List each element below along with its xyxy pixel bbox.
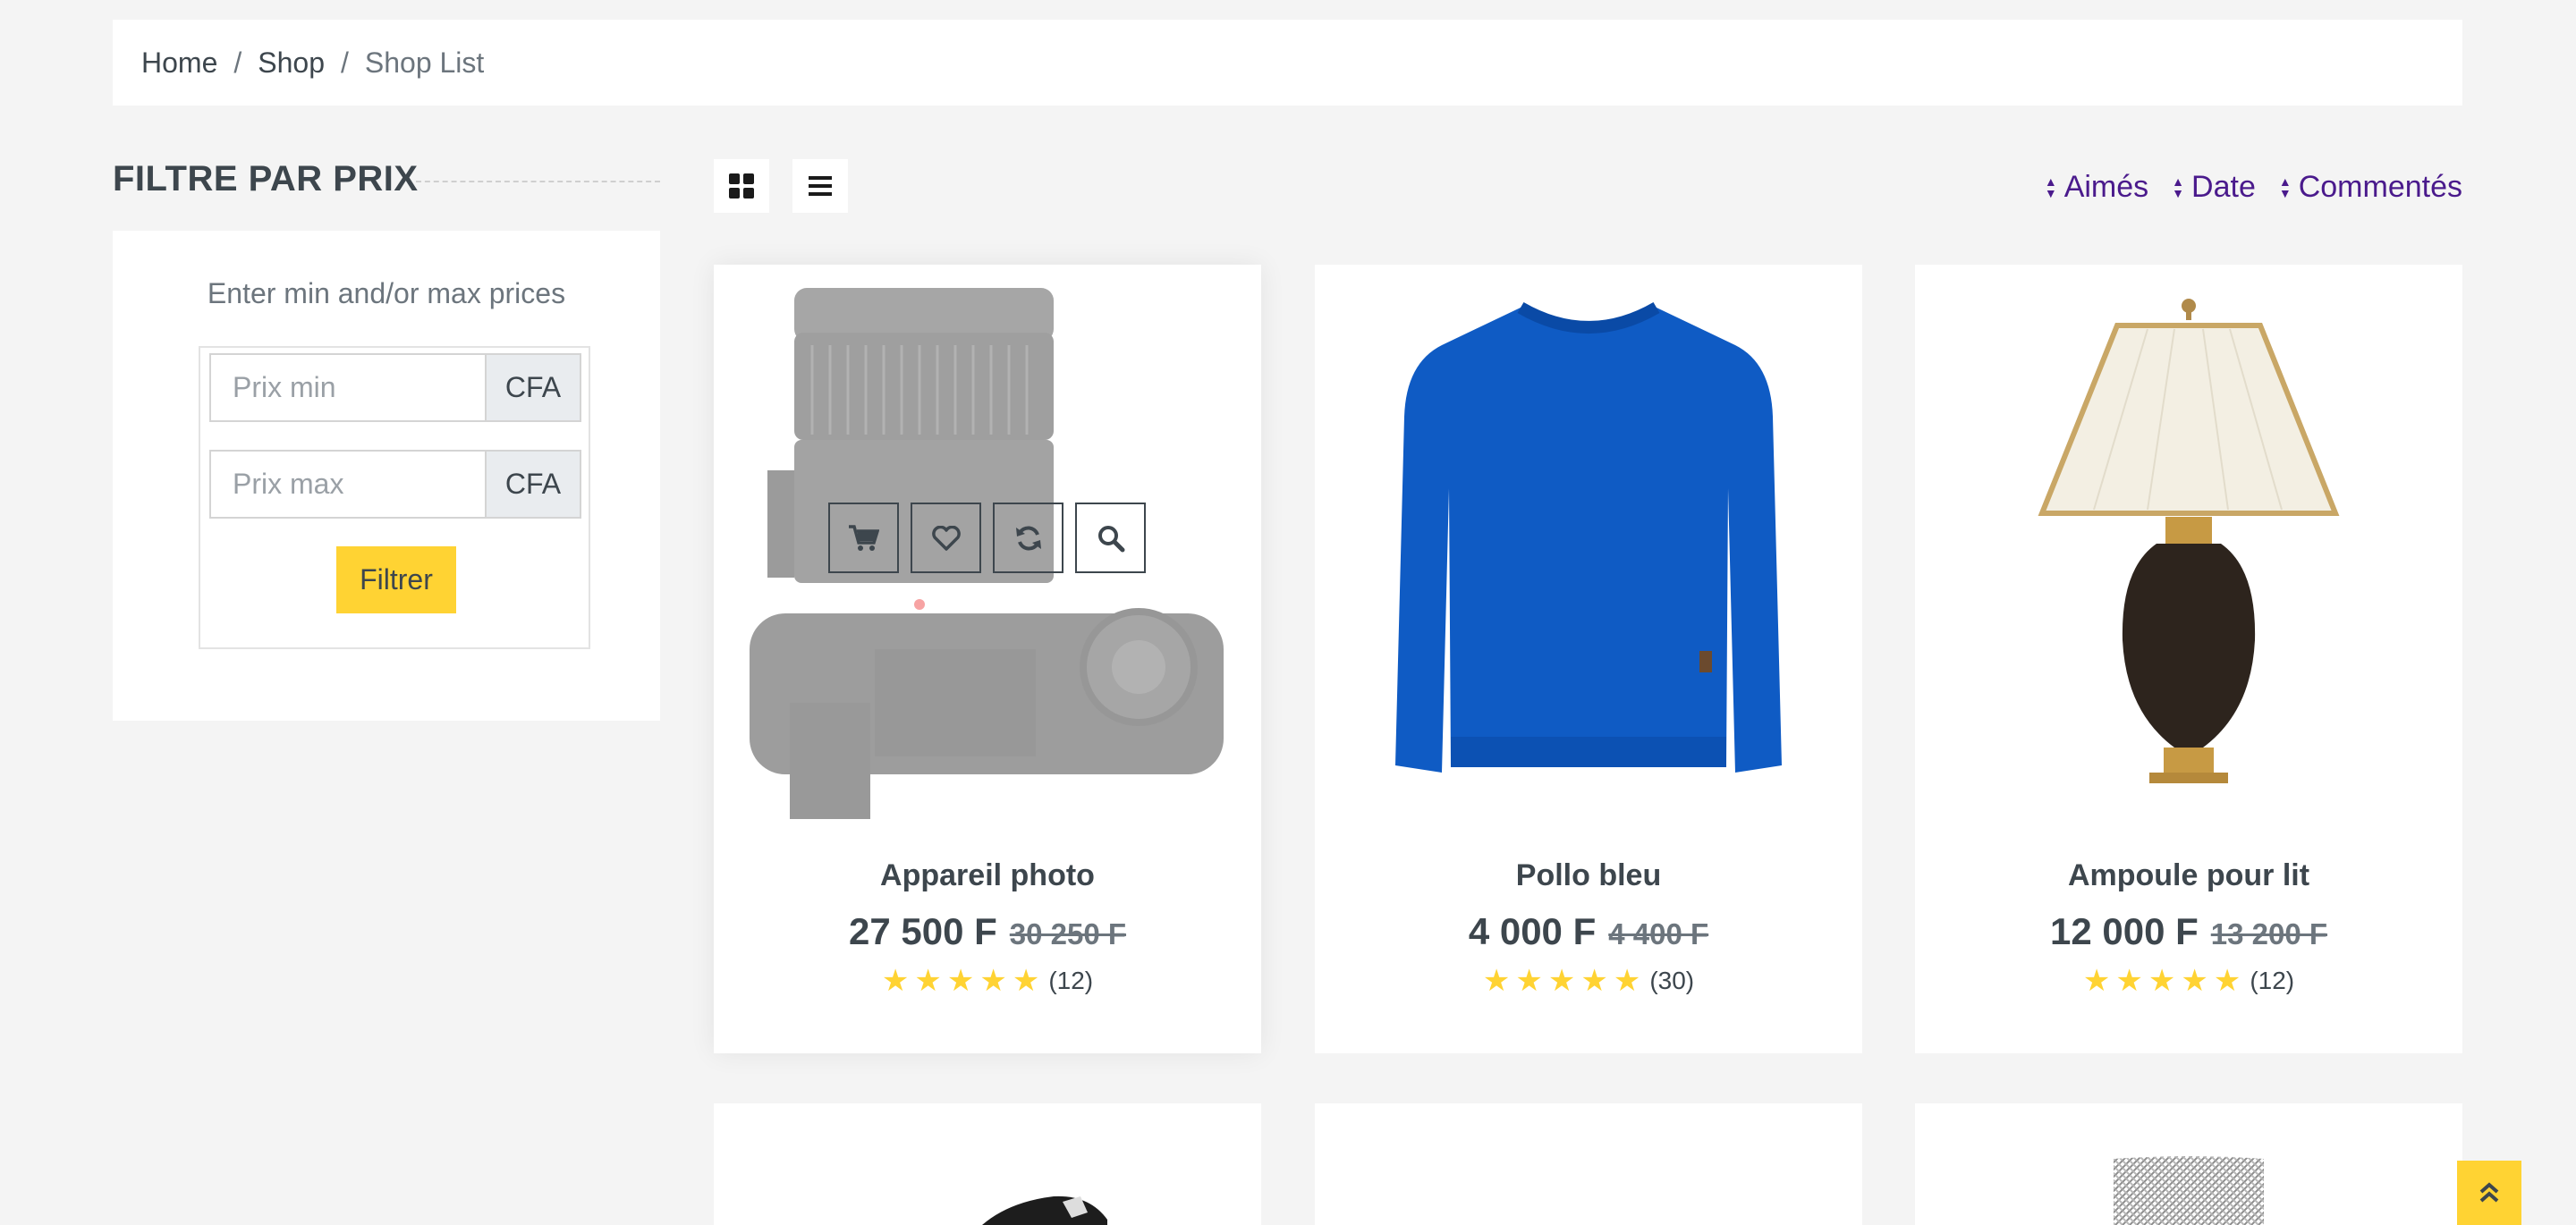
star-icon: ★ [2213, 964, 2241, 998]
product-image-camera[interactable] [714, 265, 1261, 819]
old-price: 30 250 F [1009, 917, 1127, 950]
breadcrumb-home[interactable]: Home [141, 46, 217, 80]
product-rating: ★ ★ ★ ★ ★ (12) [1915, 966, 2462, 996]
sort-by-comments[interactable]: ▲ ▼ Commentés [2279, 170, 2462, 205]
old-price: 4 400 F [1608, 917, 1709, 950]
current-price: 27 500 F [848, 910, 997, 952]
old-price: 13 200 F [2210, 917, 2328, 950]
star-icon: ★ [2115, 964, 2143, 998]
product-card[interactable]: Pollo bleu 4 000 F 4 400 F ★ ★ ★ ★ ★ (30) [1315, 265, 1862, 1053]
grid-view-icon [729, 173, 754, 199]
product-image-sweater[interactable] [1315, 265, 1862, 819]
min-price-input[interactable] [209, 353, 485, 422]
grid-view-button[interactable] [714, 159, 769, 213]
product-image-mesh [2114, 1156, 2264, 1225]
current-price: 4 000 F [1468, 910, 1597, 952]
product-rating: ★ ★ ★ ★ ★ (12) [714, 966, 1261, 996]
breadcrumb-current: Shop List [364, 46, 485, 79]
filter-title: FILTRE PAR PRIX [113, 159, 419, 199]
lamp-image [2038, 299, 2340, 783]
review-count: (12) [1048, 967, 1094, 994]
product-image-lamp[interactable] [1915, 265, 2462, 819]
cart-icon [848, 524, 879, 551]
currency-label: CFA [485, 353, 581, 422]
star-icon: ★ [1012, 964, 1040, 998]
min-price-row: CFA [209, 353, 581, 422]
product-card[interactable] [1915, 1103, 2462, 1225]
star-icon: ★ [1515, 964, 1543, 998]
sort-label: Date [2191, 170, 2256, 204]
sort-by-date[interactable]: ▲ ▼ Date [2172, 170, 2256, 205]
sort-by-likes[interactable]: ▲ ▼ Aimés [2045, 170, 2148, 205]
review-count: (30) [1649, 967, 1695, 994]
current-price: 12 000 F [2049, 910, 2199, 952]
product-price: 27 500 F 30 250 F [714, 910, 1261, 953]
product-name[interactable]: Ampoule pour lit [1915, 858, 2462, 893]
list-view-icon [809, 176, 832, 196]
price-filter-form: CFA CFA Filtrer [199, 346, 590, 649]
sort-label: Commentés [2298, 170, 2462, 204]
product-card[interactable] [1315, 1103, 1862, 1225]
product-image-shoe [982, 1195, 1107, 1225]
star-icon: ★ [914, 964, 942, 998]
heart-icon [931, 525, 961, 551]
product-name[interactable]: Pollo bleu [1315, 858, 1862, 893]
compare-button[interactable] [993, 503, 1063, 573]
list-view-button[interactable] [792, 159, 848, 213]
product-price: 4 000 F 4 400 F [1315, 910, 1862, 953]
max-price-row: CFA [209, 450, 581, 519]
breadcrumb-separator: / [233, 46, 242, 79]
product-card[interactable] [714, 1103, 1261, 1225]
sort-icon: ▲ ▼ [2172, 173, 2185, 200]
star-icon: ★ [946, 964, 975, 998]
breadcrumb-shop[interactable]: Shop [258, 46, 325, 80]
product-rating: ★ ★ ★ ★ ★ (30) [1315, 966, 1862, 996]
add-to-wishlist-button[interactable] [911, 503, 981, 573]
star-icon: ★ [881, 964, 910, 998]
breadcrumb-separator: / [340, 46, 349, 79]
product-card[interactable]: Ampoule pour lit 12 000 F 13 200 F ★ ★ ★ … [1915, 265, 2462, 1053]
quick-view-button[interactable] [1075, 503, 1146, 573]
breadcrumb: Home / Shop / Shop List [113, 20, 2462, 106]
product-card[interactable]: Appareil photo 27 500 F 30 250 F ★ ★ ★ ★ … [714, 265, 1261, 1053]
back-to-top-button[interactable] [2457, 1161, 2521, 1225]
filter-button[interactable]: Filtrer [336, 546, 456, 613]
review-count: (12) [2250, 967, 2295, 994]
sort-icon: ▲ ▼ [2278, 173, 2292, 200]
star-icon: ★ [1580, 964, 1608, 998]
star-icon: ★ [2082, 964, 2111, 998]
add-to-cart-button[interactable] [828, 503, 899, 573]
star-icon: ★ [1547, 964, 1576, 998]
search-icon [1097, 525, 1124, 552]
sweater-image [1395, 301, 1782, 773]
star-icon: ★ [2181, 964, 2208, 998]
sort-label: Aimés [2063, 170, 2149, 204]
star-icon: ★ [1482, 964, 1511, 998]
currency-label: CFA [485, 450, 581, 519]
star-icon: ★ [1613, 964, 1641, 998]
product-price: 12 000 F 13 200 F [1915, 910, 2462, 953]
product-actions [828, 503, 1146, 573]
price-filter-panel: Enter min and/or max prices CFA CFA Filt… [113, 231, 660, 721]
angle-double-up-icon [2479, 1182, 2499, 1203]
sort-icon: ▲ ▼ [2044, 173, 2057, 200]
max-price-input[interactable] [209, 450, 485, 519]
product-name[interactable]: Appareil photo [714, 858, 1261, 893]
refresh-icon [1015, 526, 1041, 550]
star-icon: ★ [2148, 964, 2176, 998]
title-divider [416, 181, 660, 182]
sort-bar: ▲ ▼ Aimés ▲ ▼ Date ▲ ▼ Commentés [2045, 170, 2462, 205]
star-icon: ★ [979, 964, 1007, 998]
filter-hint: Enter min and/or max prices [207, 277, 566, 309]
